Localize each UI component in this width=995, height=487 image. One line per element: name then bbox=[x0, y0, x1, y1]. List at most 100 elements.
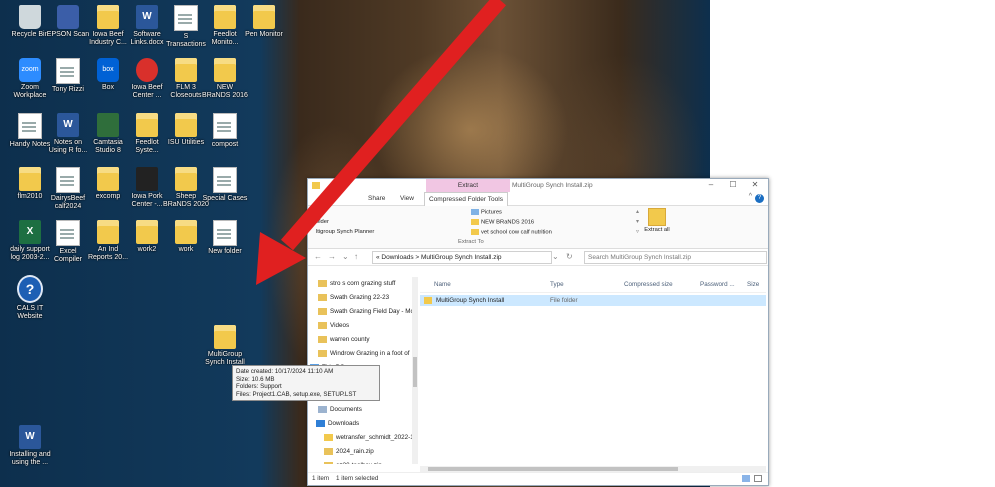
help-icon[interactable]: ? bbox=[755, 194, 764, 203]
desktop-icon-label: CALS IT Website bbox=[16, 305, 44, 320]
desktop-icon[interactable]: NEW BRaNDS 2016 bbox=[202, 58, 248, 100]
epson-scan-icon bbox=[57, 5, 79, 29]
row-name: MultiGroup Synch Install bbox=[436, 297, 505, 304]
extract-to-group-label: Extract To bbox=[458, 239, 484, 245]
row-type: File folder bbox=[550, 297, 578, 304]
table-row[interactable]: MultiGroup Synch Install File folder bbox=[420, 295, 766, 306]
desktop-icon-label: Special Cases bbox=[202, 195, 248, 202]
extract-dest-item[interactable]: older bbox=[316, 219, 329, 225]
desktop-icon[interactable]: compost bbox=[202, 113, 248, 149]
folder-icon bbox=[214, 325, 236, 349]
zip-folder-icon bbox=[318, 335, 327, 343]
word-doc-icon: W bbox=[57, 113, 79, 137]
ribbon-tabs: Share View Compressed Folder Tools ^ ? bbox=[308, 192, 768, 206]
nav-item[interactable]: Swath Grazing Field Day - Mc bbox=[308, 305, 416, 319]
title-bar[interactable]: Extract MultiGroup Synch Install.zip – ☐… bbox=[308, 179, 768, 192]
tab-share[interactable]: Share bbox=[364, 192, 389, 205]
tab-view[interactable]: View bbox=[396, 192, 418, 205]
folder-icon bbox=[97, 5, 119, 29]
nav-item[interactable]: ez30-toolbox.zip bbox=[308, 459, 416, 464]
tooltip-line: Date created: 10/17/2024 11:10 AM bbox=[236, 368, 334, 375]
ribbon-scroll-down-icon[interactable]: ▾ bbox=[636, 219, 639, 225]
nav-item-label: wetransfer_schmidt_2022-1 bbox=[336, 434, 414, 441]
doc-icon bbox=[56, 167, 80, 193]
iowa-pork-center-icon bbox=[136, 167, 158, 191]
zip-folder-icon bbox=[324, 461, 333, 464]
nav-item[interactable]: Swath Grazing 22-23 bbox=[308, 291, 416, 305]
extract-dest-item[interactable]: ltigroup Synch Planner bbox=[316, 229, 374, 235]
folder-icon bbox=[136, 113, 158, 137]
scrollbar-thumb[interactable] bbox=[413, 357, 417, 387]
nav-item[interactable]: Windrow Grazing in a foot of bbox=[308, 347, 416, 361]
folder-icon bbox=[471, 229, 479, 235]
column-header-size[interactable]: Size bbox=[747, 277, 759, 292]
ribbon-scroll-up-icon[interactable]: ▴ bbox=[636, 209, 639, 215]
nav-item-label: warren county bbox=[330, 336, 370, 343]
column-header-password[interactable]: Password ... bbox=[700, 277, 735, 292]
minimize-button[interactable]: – bbox=[702, 179, 720, 192]
column-header-compressed-size[interactable]: Compressed size bbox=[624, 277, 673, 292]
word-doc-icon: W bbox=[136, 5, 158, 29]
nav-pane-scrollbar[interactable] bbox=[412, 277, 418, 464]
folder-icon bbox=[312, 182, 320, 189]
back-arrow-icon[interactable]: ← bbox=[314, 249, 322, 265]
zip-folder-icon bbox=[318, 349, 327, 357]
extract-all-button[interactable]: Extract all bbox=[643, 208, 671, 233]
doc-icon bbox=[56, 58, 80, 84]
nav-item-label: 2024_rain.zip bbox=[336, 448, 374, 455]
help-icon: ? bbox=[17, 275, 43, 303]
close-button[interactable]: ✕ bbox=[746, 179, 764, 192]
status-bar: 1 item 1 item selected bbox=[308, 472, 768, 485]
nav-item[interactable]: Videos bbox=[308, 319, 416, 333]
column-header-name[interactable]: Name bbox=[434, 277, 451, 292]
extract-dest-pictures[interactable]: Pictures bbox=[471, 209, 502, 216]
file-explorer-window[interactable]: Extract MultiGroup Synch Install.zip – ☐… bbox=[307, 178, 769, 486]
window-title: MultiGroup Synch Install.zip bbox=[512, 182, 593, 189]
column-header-type[interactable]: Type bbox=[550, 277, 564, 292]
zoom-icon: zoom bbox=[19, 58, 41, 82]
nav-item[interactable]: stro s corn grazing stuff bbox=[308, 277, 416, 291]
forward-arrow-icon[interactable]: → bbox=[328, 249, 336, 265]
address-bar[interactable]: « Downloads > MultiGroup Synch Install.z… bbox=[372, 251, 552, 264]
scrollbar-thumb[interactable] bbox=[428, 467, 678, 471]
nav-item[interactable]: 2024_rain.zip bbox=[308, 445, 416, 459]
desktop-icon[interactable]: Pen Monitor bbox=[241, 5, 287, 39]
nav-item[interactable]: wetransfer_schmidt_2022-1 bbox=[308, 431, 416, 445]
desktop-icon-label: compost bbox=[211, 141, 239, 148]
address-dropdown-icon[interactable]: ⌄ bbox=[552, 249, 559, 265]
desktop-icon[interactable]: New folder bbox=[202, 220, 248, 256]
extract-dest-brands[interactable]: NEW BRaNDS 2016 bbox=[471, 219, 534, 226]
doc-icon bbox=[56, 220, 80, 246]
desktop-icon[interactable]: Special Cases bbox=[202, 167, 248, 203]
recent-chevron-icon[interactable]: ⌄ bbox=[342, 249, 349, 265]
box-icon: box bbox=[97, 58, 119, 82]
desktop-icon[interactable]: MultiGroup Synch Install bbox=[202, 325, 248, 367]
up-arrow-icon[interactable]: ↑ bbox=[354, 249, 358, 265]
nav-item-label: Documents bbox=[330, 406, 362, 413]
extract-dest-item[interactable]: s bbox=[316, 209, 319, 215]
extract-dest-label: NEW BRaNDS 2016 bbox=[481, 219, 535, 226]
nav-item[interactable]: Documents bbox=[308, 403, 416, 417]
nav-item[interactable]: warren county bbox=[308, 333, 416, 347]
item-count: 1 item bbox=[312, 475, 330, 482]
tab-compressed-folder-tools[interactable]: Compressed Folder Tools bbox=[424, 192, 508, 206]
ribbon-more-icon[interactable]: ▿ bbox=[636, 229, 639, 235]
maximize-button[interactable]: ☐ bbox=[724, 179, 742, 192]
extract-dest-label: Pictures bbox=[481, 209, 502, 216]
folder-icon bbox=[175, 58, 197, 82]
collapse-ribbon-icon[interactable]: ^ bbox=[749, 193, 752, 200]
extract-dest-vet[interactable]: vet school cow calf nutrition bbox=[471, 229, 552, 236]
details-view-icon[interactable] bbox=[742, 475, 750, 482]
desktop-icon-label: Installing and using the ... bbox=[9, 451, 51, 466]
search-input[interactable]: Search MultiGroup Synch Install.zip bbox=[584, 251, 767, 264]
desktop-icon[interactable]: ? CALS IT Website bbox=[7, 275, 53, 321]
refresh-icon[interactable]: ↻ bbox=[566, 249, 573, 265]
file-info-tooltip: Date created: 10/17/2024 11:10 AM Size: … bbox=[232, 365, 380, 401]
nav-item[interactable]: Downloads bbox=[308, 417, 416, 431]
large-icons-view-icon[interactable] bbox=[754, 475, 762, 482]
nav-item-label: Downloads bbox=[328, 420, 360, 427]
desktop-icon-label: NEW BRaNDS 2016 bbox=[202, 84, 248, 99]
extract-dest-label: vet school cow calf nutrition bbox=[481, 229, 552, 236]
extract-context-tab[interactable]: Extract bbox=[426, 179, 510, 192]
desktop-icon[interactable]: W Installing and using the ... bbox=[7, 425, 53, 467]
